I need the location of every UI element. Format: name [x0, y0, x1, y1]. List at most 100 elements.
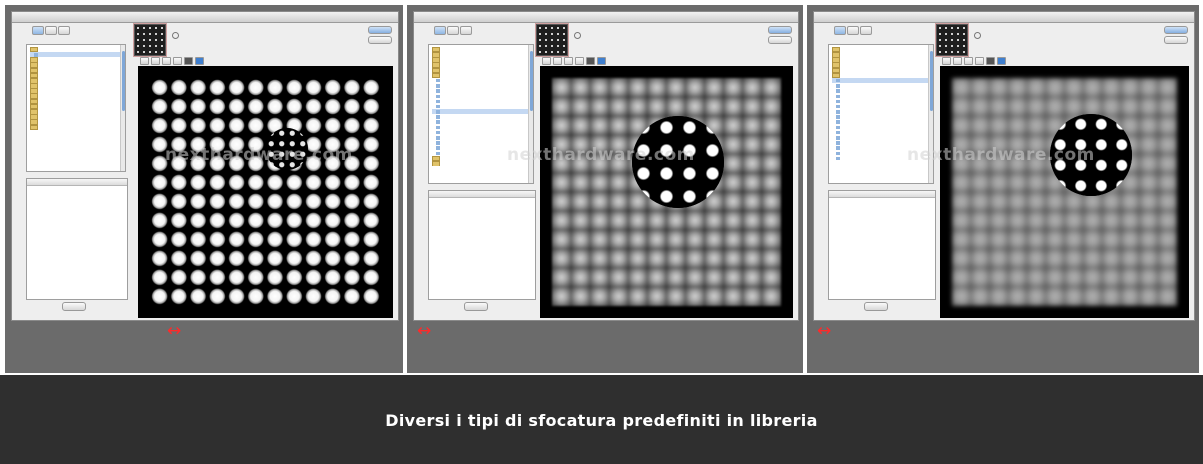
resize-arrow-icon[interactable]: ↔: [817, 321, 831, 341]
caption-bar: Diversi i tipi di sfocatura predefiniti …: [0, 375, 1203, 464]
mode-tab[interactable]: [434, 26, 446, 35]
preset-icon: [436, 125, 440, 130]
small-button[interactable]: [62, 302, 86, 311]
gallery-panel-1[interactable]: nexthardware.com ↔: [5, 5, 403, 373]
preset-icon: [436, 136, 440, 140]
preset-icon: [836, 110, 840, 114]
gallery-caption: Diversi i tipi di sfocatura predefiniti …: [385, 411, 818, 430]
preset-icon: [836, 130, 840, 135]
ok-button[interactable]: [1164, 26, 1188, 34]
status-bar: [414, 314, 798, 320]
fit-button[interactable]: [964, 57, 973, 65]
zoom-tool-icon[interactable]: [151, 57, 160, 65]
split-view-icon[interactable]: [195, 57, 204, 65]
lower-list-header: [829, 191, 935, 198]
watermark: nexthardware.com: [507, 145, 695, 165]
cancel-button[interactable]: [768, 36, 792, 44]
zoom-button[interactable]: [173, 57, 182, 65]
zoom-button[interactable]: [575, 57, 584, 65]
mode-tab[interactable]: [460, 26, 472, 35]
app-window: [11, 11, 399, 321]
preset-tree[interactable]: [26, 44, 126, 172]
cancel-button[interactable]: [368, 36, 392, 44]
folder-icon: [30, 47, 38, 53]
resize-arrow-icon[interactable]: ↔: [167, 321, 181, 341]
small-button[interactable]: [864, 302, 888, 311]
preset-icon: [836, 146, 840, 150]
preset-icon: [436, 78, 440, 83]
lower-list[interactable]: [26, 178, 128, 300]
status-bar: [12, 314, 398, 320]
preset-icon: [436, 120, 440, 124]
preset-icon: [836, 156, 840, 161]
fit-button[interactable]: [564, 57, 573, 65]
mode-tab[interactable]: [32, 26, 44, 35]
screenshot-gallery: nexthardware.com ↔ nexthardware.com ↔ ne…: [0, 0, 1203, 375]
lower-list[interactable]: [828, 190, 936, 300]
preset-icon: [436, 110, 440, 114]
hand-tool-icon[interactable]: [542, 57, 551, 65]
preset-description: [974, 32, 981, 39]
mode-tabs: [434, 26, 472, 35]
tree-item[interactable]: [30, 124, 125, 130]
hand-tool-icon[interactable]: [140, 57, 149, 65]
compare-icon[interactable]: [986, 57, 995, 65]
folder-icon: [832, 72, 840, 79]
preset-icon: [436, 99, 440, 104]
status-bar: [814, 314, 1194, 320]
info-icon: [974, 32, 981, 39]
split-view-icon[interactable]: [597, 57, 606, 65]
preset-description: [574, 32, 581, 39]
mode-tab[interactable]: [447, 26, 459, 35]
cancel-button[interactable]: [1164, 36, 1188, 44]
zoom-button[interactable]: [975, 57, 984, 65]
window-title-bar: [414, 12, 798, 23]
gallery-panel-2[interactable]: nexthardware.com ↔: [407, 5, 803, 373]
preview-canvas[interactable]: [138, 66, 393, 318]
preview-toolbar: [942, 57, 1006, 65]
preset-icon: [836, 78, 840, 83]
gallery-panel-3[interactable]: nexthardware.com ↔: [807, 5, 1199, 373]
split-view-icon[interactable]: [997, 57, 1006, 65]
preset-thumbnail[interactable]: [535, 23, 569, 57]
info-icon: [574, 32, 581, 39]
resize-arrow-icon[interactable]: ↔: [417, 321, 431, 341]
hand-tool-icon[interactable]: [942, 57, 951, 65]
preset-icon: [836, 99, 840, 104]
preset-icon: [836, 120, 840, 124]
preset-icon: [836, 94, 840, 99]
preview-canvas[interactable]: [540, 66, 793, 318]
window-title-bar: [12, 12, 398, 23]
ok-button[interactable]: [368, 26, 392, 34]
zoom-tool-icon[interactable]: [953, 57, 962, 65]
preset-icon: [436, 89, 440, 93]
lower-list-header: [429, 191, 535, 198]
watermark: nexthardware.com: [165, 145, 353, 165]
preset-thumbnail[interactable]: [133, 23, 167, 57]
preset-thumbnail[interactable]: [935, 23, 969, 57]
mode-tab[interactable]: [847, 26, 859, 35]
folder-icon: [30, 124, 38, 130]
watermark: nexthardware.com: [907, 145, 1095, 165]
tree-scrollbar[interactable]: [120, 45, 125, 171]
lower-list[interactable]: [428, 190, 536, 300]
mode-tab[interactable]: [58, 26, 70, 35]
mode-tabs: [32, 26, 70, 35]
preset-icon: [436, 104, 440, 109]
dot-grid-image: [952, 78, 1177, 306]
preset-icon: [836, 104, 840, 109]
small-button[interactable]: [464, 302, 488, 311]
zoom-tool-icon[interactable]: [553, 57, 562, 65]
preset-icon: [836, 84, 840, 88]
mode-tab[interactable]: [834, 26, 846, 35]
info-icon: [172, 32, 179, 39]
compare-icon[interactable]: [586, 57, 595, 65]
compare-icon[interactable]: [184, 57, 193, 65]
mode-tab[interactable]: [45, 26, 57, 35]
ok-button[interactable]: [768, 26, 792, 34]
fit-button[interactable]: [162, 57, 171, 65]
preview-canvas[interactable]: [940, 66, 1189, 318]
folder-icon: [432, 161, 440, 167]
preset-icon: [436, 130, 440, 135]
mode-tab[interactable]: [860, 26, 872, 35]
